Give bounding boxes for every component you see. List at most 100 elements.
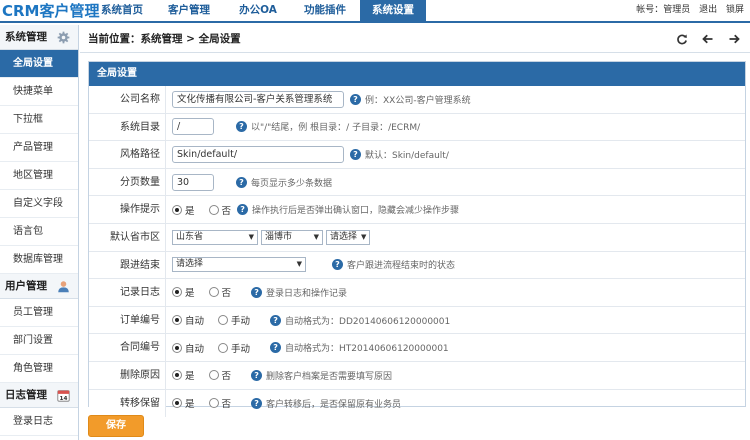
sidebar-item-shortcut-menu[interactable]: 快捷菜单 xyxy=(0,78,78,106)
company-name-input[interactable]: 文化传播有限公司-客户关系管理系统 xyxy=(172,90,344,108)
radio-button[interactable] xyxy=(208,398,219,409)
radio-label: 否 xyxy=(221,399,232,411)
page-size-input[interactable]: 30 xyxy=(172,173,214,191)
nav-tab-home[interactable]: 系统首页 xyxy=(92,0,152,21)
sidebar-item-departments[interactable]: 部门设置 xyxy=(0,327,78,355)
radio-auto[interactable]: 自动 xyxy=(172,313,204,327)
radio-button[interactable] xyxy=(208,370,219,381)
field-hint: ? 自动格式为：HT20140606120000001 xyxy=(270,341,449,354)
top-bar: CRM客户管理 系统首页 客户管理 办公OA 功能插件 系统设置 帐号：管理员 … xyxy=(0,0,750,23)
city-select[interactable]: 淄博市 ▼ xyxy=(261,229,323,245)
radio-label: 自动 xyxy=(185,316,205,328)
sidebar-item-dropdowns[interactable]: 下拉框 xyxy=(0,106,78,134)
sidebar-item-language-pack[interactable]: 语言包 xyxy=(0,218,78,246)
radio-no[interactable]: 否 xyxy=(208,368,231,382)
radio-button[interactable] xyxy=(208,287,219,298)
radio-button[interactable] xyxy=(172,398,182,409)
radio-label: 自动 xyxy=(185,343,205,355)
sidebar-group-title: 日志管理 xyxy=(5,389,47,401)
province-select[interactable]: 山东省 ▼ xyxy=(172,229,258,245)
sidebar-group-users[interactable]: 用户管理 xyxy=(0,274,78,299)
user-icon xyxy=(58,281,69,293)
logout-link[interactable]: 退出 xyxy=(699,5,717,15)
field-label: 记录日志 xyxy=(89,279,166,306)
page-tools xyxy=(676,25,740,53)
refresh-icon[interactable] xyxy=(676,33,688,45)
radio-no[interactable]: 否 xyxy=(208,203,231,217)
nav-tab-customers[interactable]: 客户管理 xyxy=(152,0,226,21)
radio-no[interactable]: 否 xyxy=(208,285,231,299)
back-arrow-icon[interactable] xyxy=(702,33,714,45)
field-label: 系统目录 xyxy=(89,113,166,141)
sidebar-item-regions[interactable]: 地区管理 xyxy=(0,162,78,190)
radio-button[interactable] xyxy=(218,342,229,353)
help-icon: ? xyxy=(270,342,282,354)
field-hint: ? 例：XX公司-客户管理系统 xyxy=(350,93,471,106)
radio-button[interactable] xyxy=(172,204,182,215)
help-icon: ? xyxy=(236,176,247,188)
hint-text: 操作执行后是否弹出确认窗口，隐藏会减少操作步骤 xyxy=(252,206,460,217)
hint-text: 删除客户档案是否需要填写原因 xyxy=(266,371,393,382)
field-label: 订单编号 xyxy=(89,306,166,334)
select-value: 请选择 xyxy=(330,231,358,242)
help-icon: ? xyxy=(251,369,263,381)
calendar-icon: 14 xyxy=(57,390,70,402)
radio-label: 是 xyxy=(185,399,195,411)
field-hint: ? 客户转移后，是否保留原有业务员 xyxy=(251,397,401,410)
select-value: 请选择 xyxy=(176,259,204,270)
hint-text: 例：XX公司-客户管理系统 xyxy=(365,95,471,106)
radio-manual[interactable]: 手动 xyxy=(218,313,250,327)
style-path-input[interactable]: Skin/default/ xyxy=(172,145,344,163)
radio-yes[interactable]: 是 xyxy=(172,203,195,217)
field-label: 删除原因 xyxy=(89,361,166,389)
nav-tab-settings[interactable]: 系统设置 xyxy=(360,0,426,21)
user-info: 帐号：管理员 退出 锁屏 xyxy=(630,0,744,21)
sidebar-item-products[interactable]: 产品管理 xyxy=(0,134,78,162)
radio-button[interactable] xyxy=(208,204,219,215)
setting-row-system-dir: 系统目录 / ? 以"/"结尾，例 根目录：/ 子目录：/ECRM/ xyxy=(89,113,745,142)
sidebar-item-custom-fields[interactable]: 自定义字段 xyxy=(0,190,78,218)
forward-arrow-icon[interactable] xyxy=(728,33,740,45)
field-hint: ? 删除客户档案是否需要填写原因 xyxy=(251,369,392,382)
radio-yes[interactable]: 是 xyxy=(172,368,195,382)
radio-button[interactable] xyxy=(172,287,182,298)
radio-label: 是 xyxy=(185,288,195,300)
sidebar-item-database[interactable]: 数据库管理 xyxy=(0,246,78,274)
radio-button[interactable] xyxy=(172,315,182,326)
account-label: 帐号：管理员 xyxy=(636,5,691,15)
settings-panel: 全局设置 公司名称 文化传播有限公司-客户关系管理系统 ? 例：XX公司-客户管理… xyxy=(88,61,746,418)
sidebar-item-global-settings[interactable]: 全局设置 xyxy=(0,50,78,78)
setting-row-company: 公司名称 文化传播有限公司-客户关系管理系统 ? 例：XX公司-客户管理系统 xyxy=(89,86,745,114)
sidebar-item-login-log[interactable]: 登录日志 xyxy=(0,408,78,436)
sidebar-group-system[interactable]: 系统管理 xyxy=(0,25,78,50)
sidebar-group-title: 用户管理 xyxy=(5,280,47,292)
help-icon: ? xyxy=(270,314,282,326)
help-icon: ? xyxy=(237,204,249,216)
field-label: 风格路径 xyxy=(89,141,166,168)
system-dir-input[interactable]: / xyxy=(172,118,214,136)
followup-status-select[interactable]: 请选择 ▼ xyxy=(172,257,306,273)
radio-button[interactable] xyxy=(172,370,182,381)
save-button[interactable]: 保存 xyxy=(88,415,144,437)
radio-yes[interactable]: 是 xyxy=(172,396,195,410)
district-select[interactable]: 请选择 ▼ xyxy=(326,229,370,245)
radio-button[interactable] xyxy=(172,342,182,353)
sidebar-group-logs[interactable]: 日志管理 14 xyxy=(0,383,78,408)
radio-yes[interactable]: 是 xyxy=(172,285,195,299)
app-logo: CRM客户管理 xyxy=(2,2,100,20)
nav-tab-office-oa[interactable]: 办公OA xyxy=(226,0,290,21)
hint-text: 客户转移后，是否保留原有业务员 xyxy=(266,399,402,410)
nav-tab-plugins[interactable]: 功能插件 xyxy=(290,0,360,21)
radio-manual[interactable]: 手动 xyxy=(218,341,250,355)
lock-screen-link[interactable]: 锁屏 xyxy=(726,5,744,15)
field-label: 分页数量 xyxy=(89,168,166,196)
radio-button[interactable] xyxy=(218,315,229,326)
sidebar-item-staff[interactable]: 员工管理 xyxy=(0,299,78,327)
setting-row-style-path: 风格路径 Skin/default/ ? 默认：Skin/default/ xyxy=(89,141,745,169)
field-hint: ? 登录日志和操作记录 xyxy=(251,286,347,299)
radio-no[interactable]: 否 xyxy=(208,396,232,411)
sidebar-item-roles[interactable]: 角色管理 xyxy=(0,355,78,383)
setting-row-page-size: 分页数量 30 ? 每页显示多少条数据 xyxy=(89,168,745,197)
setting-row-operation-prompt: 操作提示 是 否 ? 操作执行后是否弹出确认窗口，隐藏会减少操作步骤 xyxy=(89,196,745,224)
radio-auto[interactable]: 自动 xyxy=(172,341,204,355)
